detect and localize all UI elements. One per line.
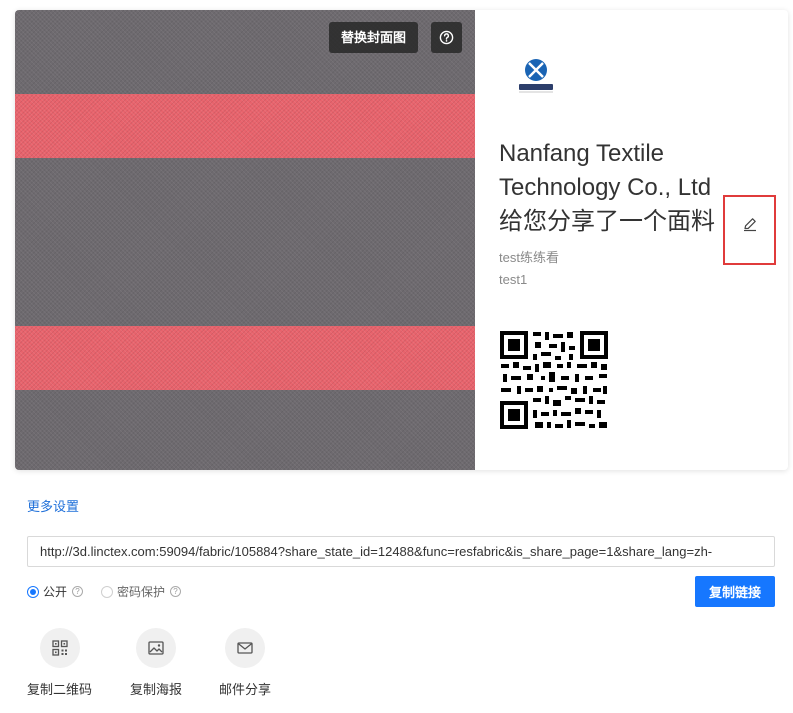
company-name-line2: Technology Co., Ltd xyxy=(499,174,712,201)
image-icon xyxy=(148,641,164,655)
copy-qr-code-action[interactable]: 复制二维码 xyxy=(27,628,92,698)
description-line: test练练看 xyxy=(499,250,559,265)
action-label: 复制海报 xyxy=(130,682,183,697)
company-logo xyxy=(519,59,553,93)
share-url-input[interactable] xyxy=(27,536,775,567)
question-circle-icon[interactable]: ? xyxy=(170,586,182,597)
question-circle-icon[interactable]: ? xyxy=(72,586,84,597)
help-button[interactable] xyxy=(431,22,462,53)
share-info-panel: Nanfang Textile Technology Co., Ltd 给您分享… xyxy=(475,10,788,470)
action-label: 邮件分享 xyxy=(219,682,272,697)
fabric-stripe xyxy=(15,94,475,158)
password-protect-label: 密码保护 xyxy=(117,585,166,599)
password-protect-radio[interactable]: 密码保护 ? xyxy=(101,583,182,600)
edit-pencil-icon[interactable] xyxy=(742,216,758,232)
edit-highlight-box xyxy=(723,195,776,265)
share-qr-code xyxy=(499,330,609,430)
action-label: 复制二维码 xyxy=(27,682,93,697)
company-name-line1: Nanfang Textile xyxy=(499,140,664,167)
public-label: 公开 xyxy=(43,585,68,599)
radio-dot xyxy=(27,585,39,598)
fabric-stripe xyxy=(15,326,475,390)
qr-code-icon xyxy=(51,640,68,656)
radio-dot xyxy=(101,585,114,598)
share-card: 替换封面图 Nanfang Textile Technology Co., Lt… xyxy=(15,10,788,470)
public-radio[interactable]: 公开 ? xyxy=(27,583,84,600)
share-text: 给您分享了一个面料 xyxy=(499,208,715,235)
action-circle xyxy=(136,628,176,668)
copy-poster-action[interactable]: 复制海报 xyxy=(130,628,182,698)
copy-link-button[interactable]: 复制链接 xyxy=(695,576,775,607)
fabric-cover-image: 替换封面图 xyxy=(15,10,475,470)
more-settings-link[interactable]: 更多设置 xyxy=(27,496,79,515)
mail-icon xyxy=(237,642,253,654)
replace-cover-button[interactable]: 替换封面图 xyxy=(329,22,419,53)
action-circle xyxy=(39,628,80,668)
question-circle-icon xyxy=(439,30,454,45)
mail-share-action[interactable]: 邮件分享 xyxy=(219,628,271,698)
visibility-options: 公开 ? 密码保护 ? xyxy=(27,583,199,600)
description-line: test1 xyxy=(499,272,528,287)
fabric-description: test练练看 test1 xyxy=(499,247,559,291)
action-circle xyxy=(225,628,265,668)
share-title: Nanfang Textile Technology Co., Ltd 给您分享… xyxy=(499,137,739,239)
